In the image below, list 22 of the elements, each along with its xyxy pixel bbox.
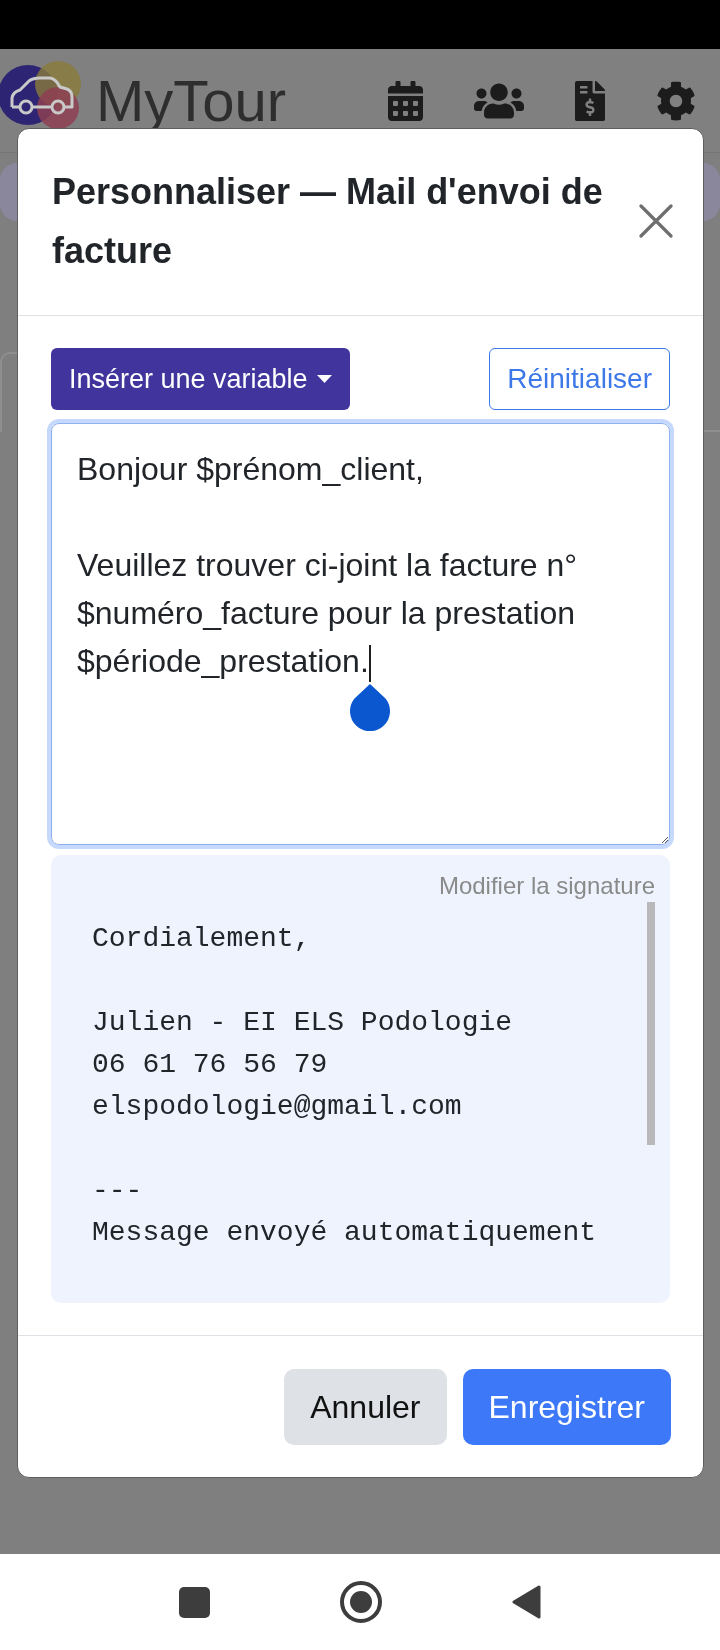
caret-icon (316, 375, 332, 383)
cancel-button[interactable]: Annuler (284, 1369, 447, 1445)
logo-text: MyTour (96, 71, 287, 130)
dialog-title: Personnaliser — Mail d'envoi de facture (52, 170, 604, 273)
close-icon (638, 204, 673, 238)
save-button[interactable]: Enregistrer (462, 1369, 671, 1445)
invoice-icon[interactable] (575, 80, 605, 121)
calendar-icon[interactable] (388, 80, 423, 121)
logo-icon (0, 60, 82, 130)
home-icon[interactable] (340, 1581, 382, 1623)
signature-text: Cordialement, Julien - EI ELS Podologie 06 61 76 56 79 elspodologie@gmail.com --- Message envoyé automatiquement (91, 922, 598, 1250)
close-button[interactable] (638, 203, 673, 239)
scrollbar-thumb[interactable] (647, 902, 655, 1145)
insert-variable-button[interactable]: Insérer une variable (51, 348, 350, 410)
text-cursor-icon (368, 645, 371, 683)
panel-edge (0, 163, 17, 221)
resize-grip-icon[interactable] (662, 837, 668, 843)
selection-handle-icon[interactable] (349, 684, 390, 732)
settings-icon[interactable] (656, 80, 696, 121)
back-icon[interactable] (512, 1585, 541, 1619)
reset-button[interactable]: Réinitialiser (489, 348, 670, 410)
recents-icon[interactable] (179, 1586, 210, 1618)
